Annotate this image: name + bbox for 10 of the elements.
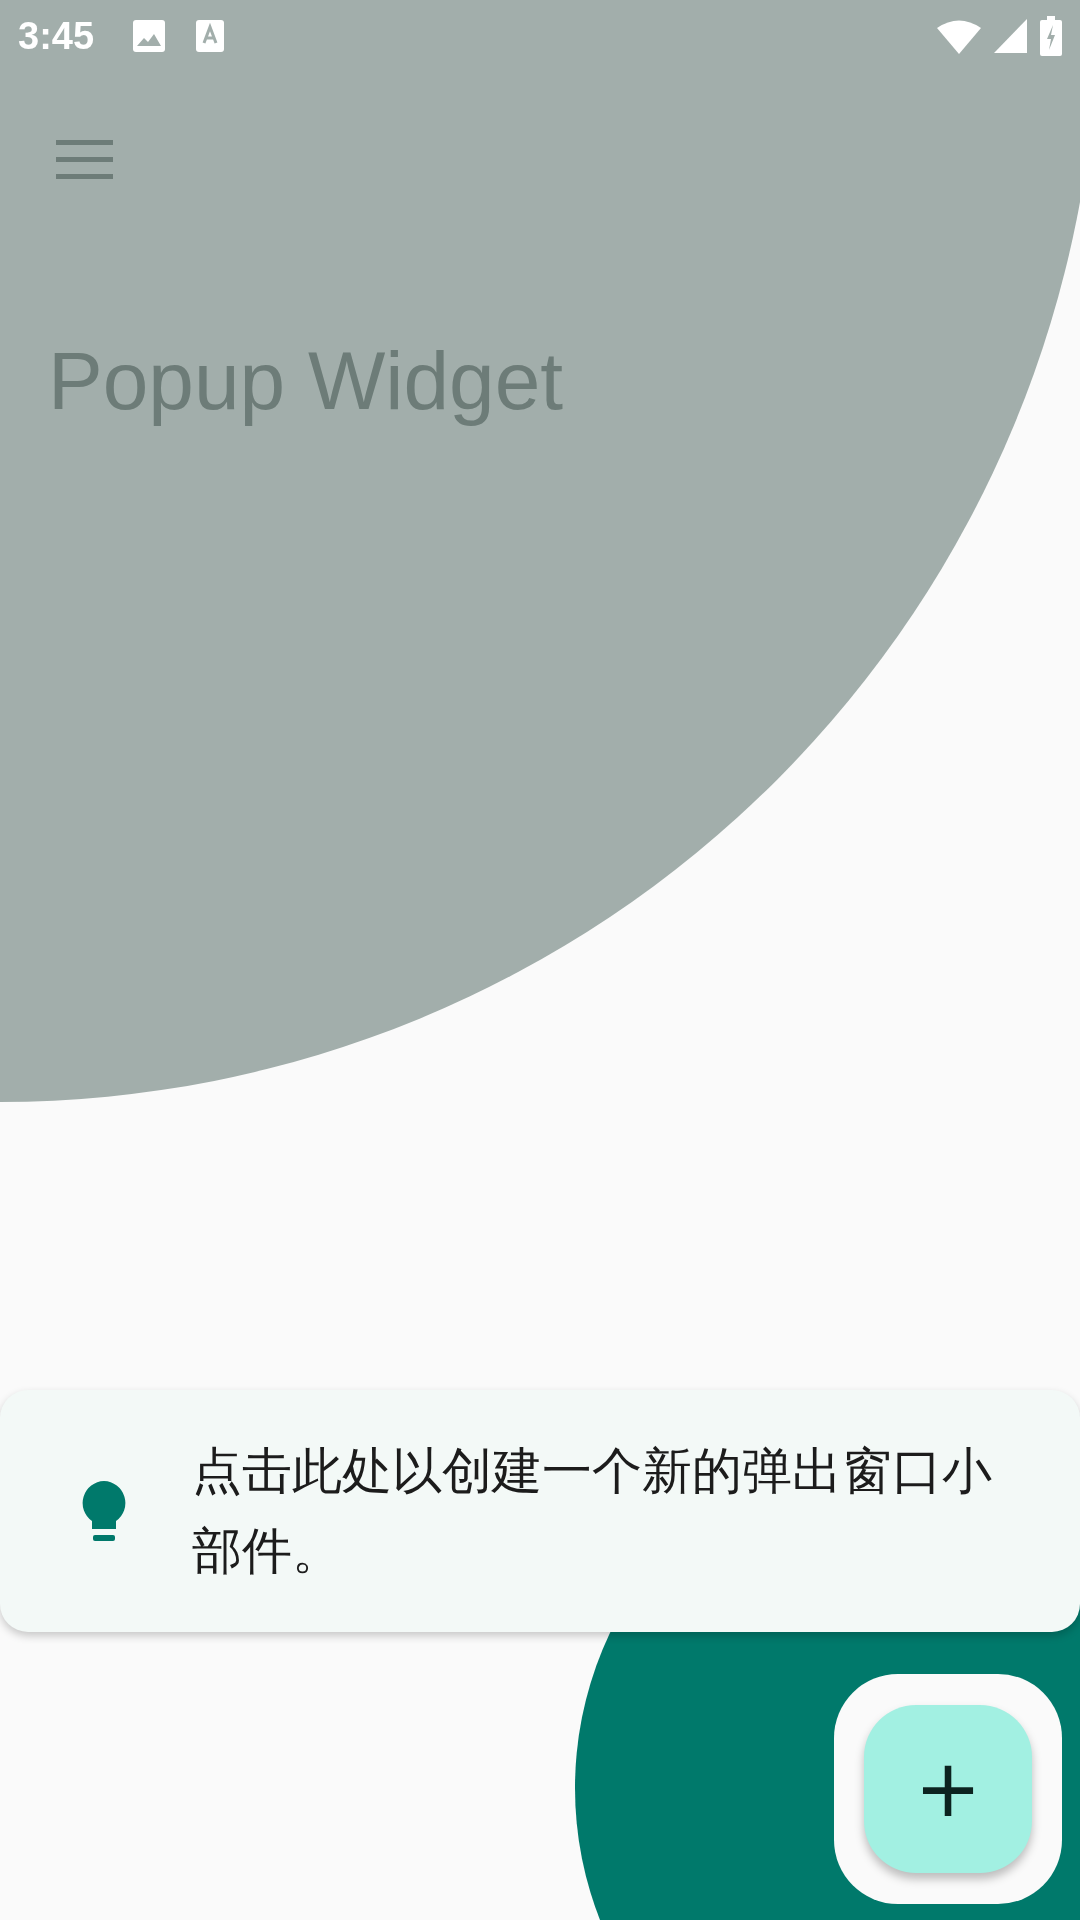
menu-icon[interactable] (56, 140, 113, 180)
lightbulb-icon (80, 1479, 128, 1543)
tip-text: 点击此处以创建一个新的弹出窗口小部件。 (192, 1441, 993, 1582)
battery-icon (1040, 16, 1062, 56)
font-icon (196, 19, 225, 53)
status-time: 3:45 (18, 14, 95, 58)
image-icon (132, 19, 167, 53)
signal-icon (994, 19, 1028, 53)
add-button[interactable]: + (864, 1705, 1032, 1873)
tip-card[interactable]: 点击此处以创建一个新的弹出窗口小部件。 (0, 1390, 1080, 1632)
